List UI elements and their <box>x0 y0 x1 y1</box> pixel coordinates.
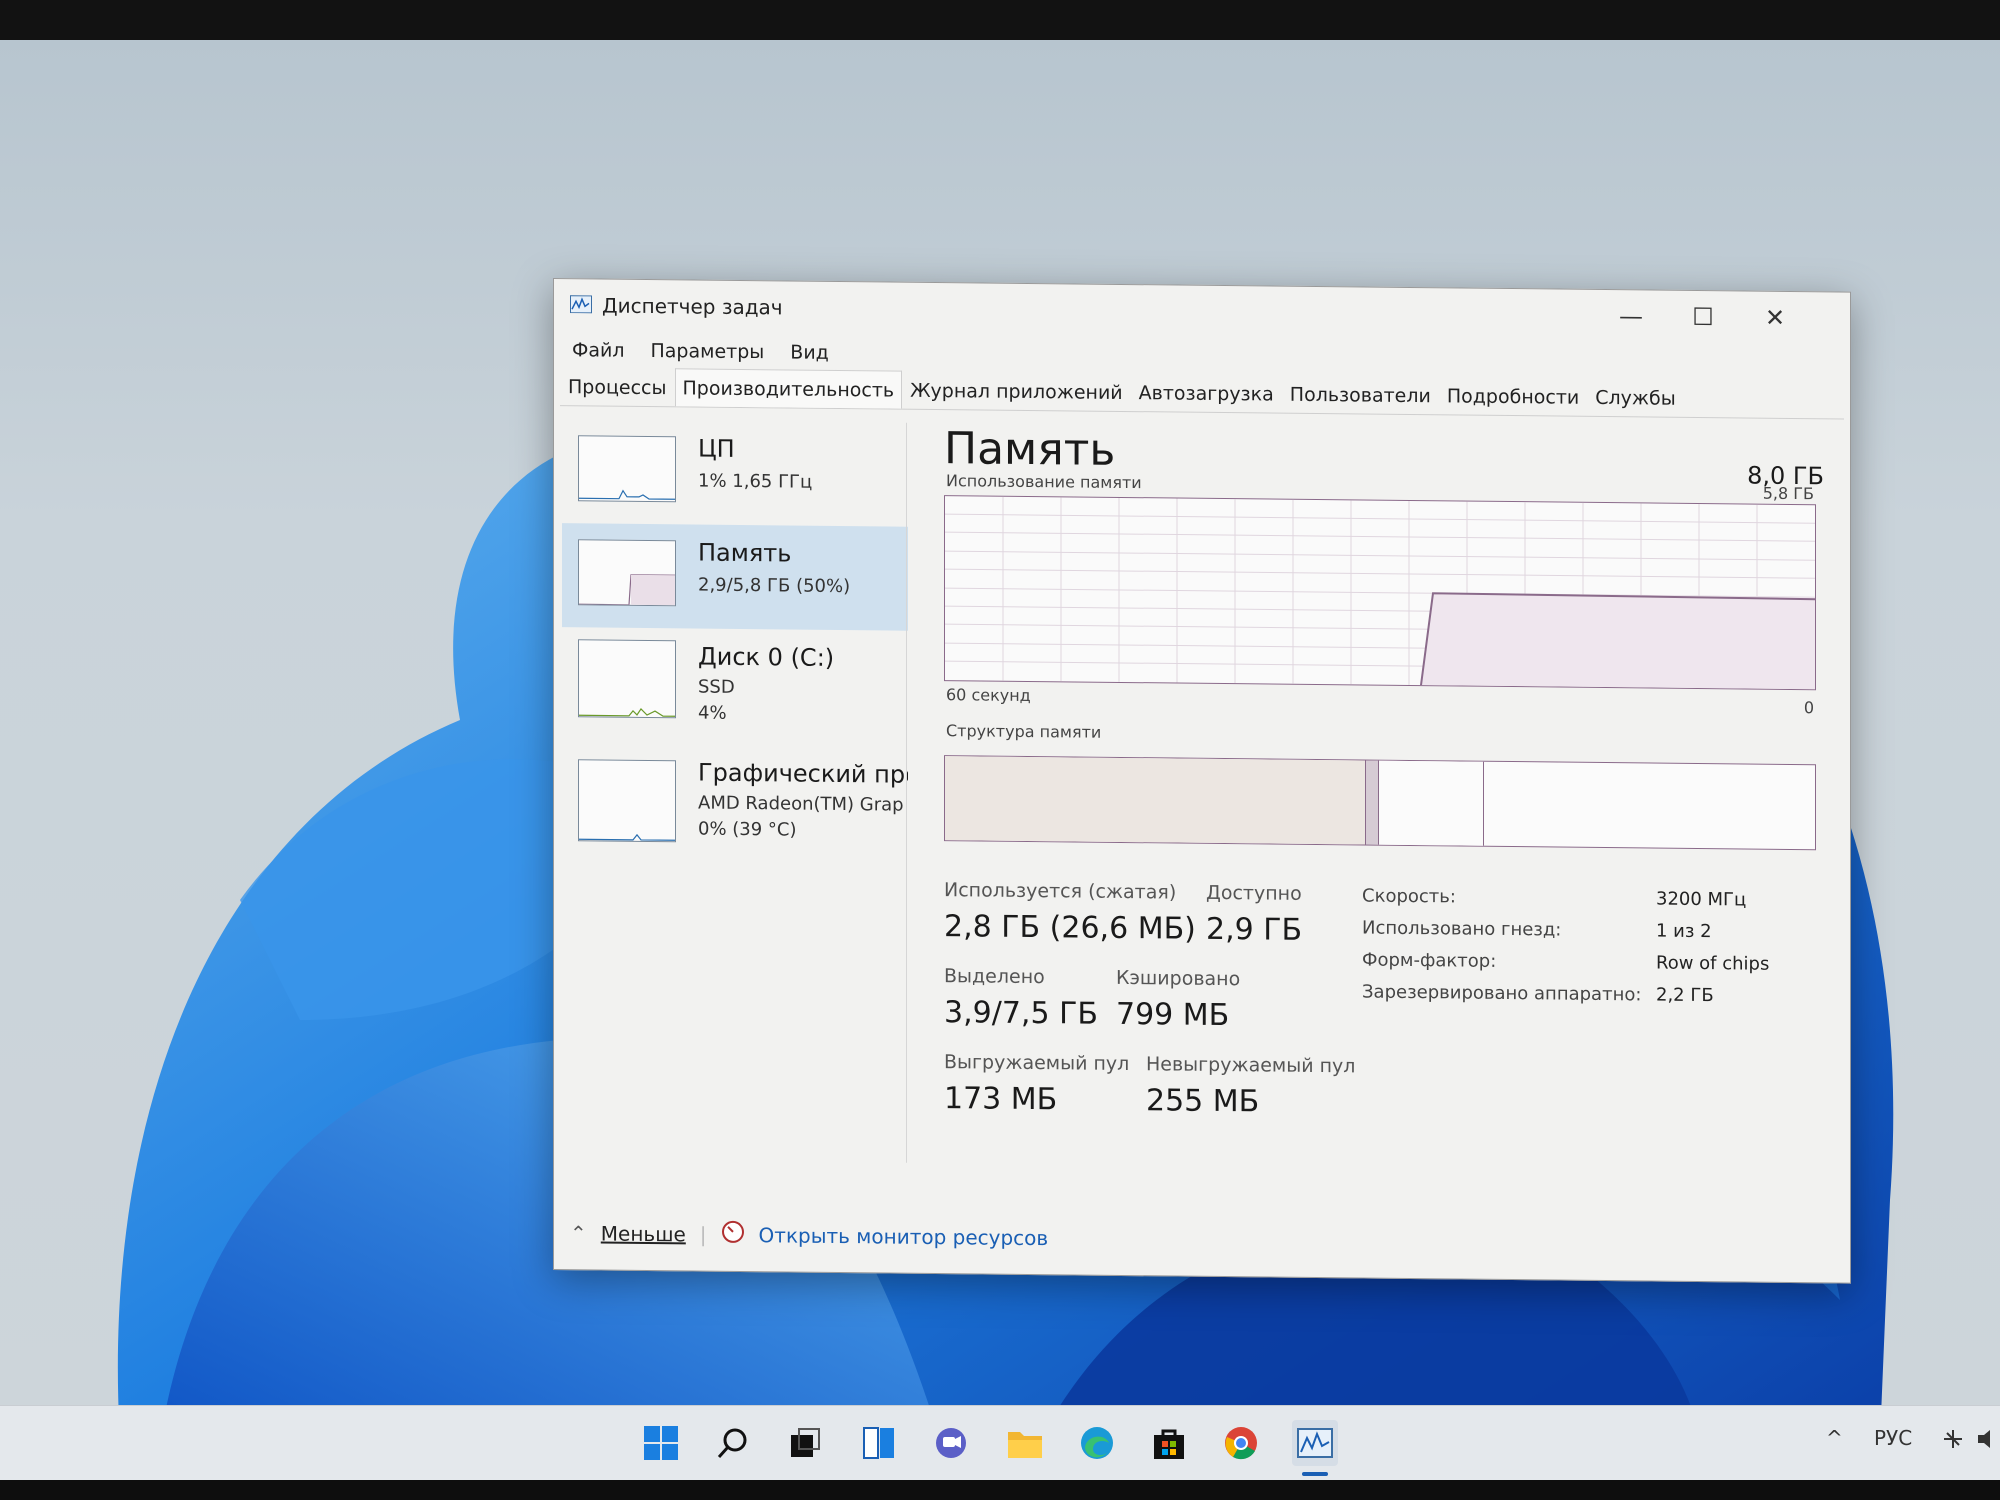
available-value: 2,9 ГБ <box>1206 911 1303 948</box>
sidebar-item-memory[interactable]: Память 2,9/5,8 ГБ (50%) <box>562 523 908 631</box>
sidebar-item-label: Память <box>698 538 792 568</box>
menu-view[interactable]: Вид <box>780 337 839 368</box>
window-title: Диспетчер задач <box>602 293 783 320</box>
form-factor-label: Форм-фактор: <box>1362 949 1497 972</box>
sidebar-item-sub: 2,9/5,8 ГБ (50%) <box>698 574 851 598</box>
memory-usage-graph <box>944 495 1816 691</box>
close-button[interactable]: ✕ <box>1740 295 1810 340</box>
available-label: Доступно <box>1206 881 1302 905</box>
in-use-value: 2,8 ГБ (26,6 МБ) <box>944 909 1196 947</box>
sidebar-item-disk[interactable]: Диск 0 (C:) SSD 4% <box>562 627 908 747</box>
sidebar-item-sub: SSD <box>698 676 735 698</box>
store-icon[interactable] <box>1146 1420 1192 1466</box>
widgets-icon[interactable] <box>856 1420 902 1466</box>
structure-modified <box>1365 760 1379 845</box>
input-language-indicator[interactable]: РУС <box>1874 1426 1912 1450</box>
cpu-mini-graph <box>578 435 676 503</box>
structure-standby <box>1379 760 1484 846</box>
page-title: Память <box>944 423 1116 476</box>
menu-options[interactable]: Параметры <box>641 336 775 367</box>
disk-mini-graph <box>578 639 676 719</box>
hardware-reserved-label: Зарезервировано аппаратно: <box>1362 981 1642 1006</box>
committed-value: 3,9/7,5 ГБ <box>944 995 1098 1032</box>
paged-pool-value: 173 МБ <box>944 1081 1058 1118</box>
minimize-button[interactable]: — <box>1596 294 1666 339</box>
tab-details[interactable]: Подробности <box>1439 376 1587 416</box>
tray-overflow-chevron[interactable]: ^ <box>1826 1426 1843 1450</box>
in-use-label: Используется (сжатая) <box>944 879 1177 904</box>
graph-time-right: 0 <box>1803 698 1814 718</box>
fewer-details-button[interactable]: Меньше <box>601 1221 686 1246</box>
structure-label: Структура памяти <box>946 721 1102 742</box>
sidebar-item-label: Диск 0 (C:) <box>698 642 835 672</box>
screen-bezel-bottom <box>0 1480 2000 1500</box>
memory-mini-graph <box>578 539 676 607</box>
menu-bar: Файл Параметры Вид <box>562 335 839 368</box>
sidebar-item-cpu[interactable]: ЦП 1% 1,65 ГГц <box>562 419 908 527</box>
sidebar-item-sub: AMD Radeon(TM) Grap <box>698 792 904 816</box>
sidebar-item-gpu[interactable]: Графический про AMD Radeon(TM) Grap 0% (… <box>562 743 908 863</box>
tab-bar: Процессы Производительность Журнал прило… <box>560 367 1844 420</box>
desktop: Диспетчер задач — ☐ ✕ Файл Параметры Вид… <box>0 40 2000 1405</box>
tab-services[interactable]: Службы <box>1587 378 1684 417</box>
menu-file[interactable]: Файл <box>562 335 635 366</box>
sidebar-divider <box>906 422 907 1163</box>
speed-value: 3200 МГц <box>1656 888 1747 911</box>
slots-label: Использовано гнезд: <box>1362 917 1562 941</box>
chevron-up-icon[interactable]: ⌃ <box>570 1221 587 1245</box>
network-icon[interactable] <box>1940 1426 1966 1457</box>
file-explorer-icon[interactable] <box>1002 1420 1048 1466</box>
structure-in-use <box>945 756 1365 845</box>
graph-time-left: 60 секунд <box>946 685 1031 706</box>
tab-app-history[interactable]: Журнал приложений <box>902 371 1131 411</box>
gpu-mini-graph <box>578 759 676 843</box>
open-resource-monitor-link[interactable]: Открыть монитор ресурсов <box>759 1223 1049 1250</box>
sidebar-item-sub: 1% 1,65 ГГц <box>698 470 813 493</box>
footer-divider: | <box>699 1222 707 1247</box>
title-bar[interactable]: Диспетчер задач — ☐ ✕ <box>554 279 1850 345</box>
tab-processes[interactable]: Процессы <box>560 367 675 406</box>
windows-start-icon[interactable] <box>638 1420 684 1466</box>
graph-max-label: 5,8 ГБ <box>1762 483 1814 504</box>
sidebar-item-label: Графический про <box>698 758 908 789</box>
tab-startup[interactable]: Автозагрузка <box>1131 373 1282 413</box>
taskbar: ^ РУС <box>0 1405 2000 1481</box>
resource-monitor-icon <box>721 1220 745 1249</box>
nonpaged-pool-value: 255 МБ <box>1146 1083 1260 1120</box>
task-manager-icon <box>570 295 592 314</box>
memory-panel: Память 8,0 ГБ Использование памяти 5,8 Г… <box>944 423 1824 1192</box>
task-manager-window: Диспетчер задач — ☐ ✕ Файл Параметры Вид… <box>553 278 1851 1284</box>
slots-value: 1 из 2 <box>1656 920 1712 943</box>
graph-label: Использование памяти <box>946 471 1142 493</box>
hardware-reserved-value: 2,2 ГБ <box>1656 984 1714 1007</box>
nonpaged-pool-label: Невыгружаемый пул <box>1146 1053 1356 1078</box>
committed-label: Выделено <box>944 965 1045 989</box>
tab-performance[interactable]: Производительность <box>674 368 903 409</box>
sidebar-item-sub: 0% (39 °C) <box>698 818 797 841</box>
maximize-button[interactable]: ☐ <box>1668 295 1738 340</box>
paged-pool-label: Выгружаемый пул <box>944 1051 1130 1076</box>
memory-structure-bar <box>944 755 1816 851</box>
edge-icon[interactable] <box>1074 1420 1120 1466</box>
cached-value: 799 МБ <box>1116 996 1230 1034</box>
tab-users[interactable]: Пользователи <box>1282 375 1439 415</box>
volume-icon[interactable] <box>1976 1426 1998 1457</box>
chat-icon[interactable] <box>928 1420 974 1466</box>
performance-sidebar: ЦП 1% 1,65 ГГц Память 2,9/5,8 ГБ (50%) Д… <box>562 419 908 1183</box>
chrome-icon[interactable] <box>1218 1420 1264 1466</box>
screen-bezel-top <box>0 0 2000 40</box>
task-manager-taskbar-icon[interactable] <box>1292 1420 1338 1466</box>
task-view-icon[interactable] <box>782 1420 828 1466</box>
window-footer: ⌃ Меньше | Открыть монитор ресурсов <box>570 1218 1048 1252</box>
search-icon[interactable] <box>710 1420 756 1466</box>
sidebar-item-label: ЦП <box>698 434 735 463</box>
form-factor-value: Row of chips <box>1656 952 1770 975</box>
speed-label: Скорость: <box>1362 885 1456 908</box>
active-app-indicator <box>1302 1472 1328 1476</box>
cached-label: Кэшировано <box>1116 966 1241 991</box>
sidebar-item-sub: 4% <box>698 702 727 724</box>
